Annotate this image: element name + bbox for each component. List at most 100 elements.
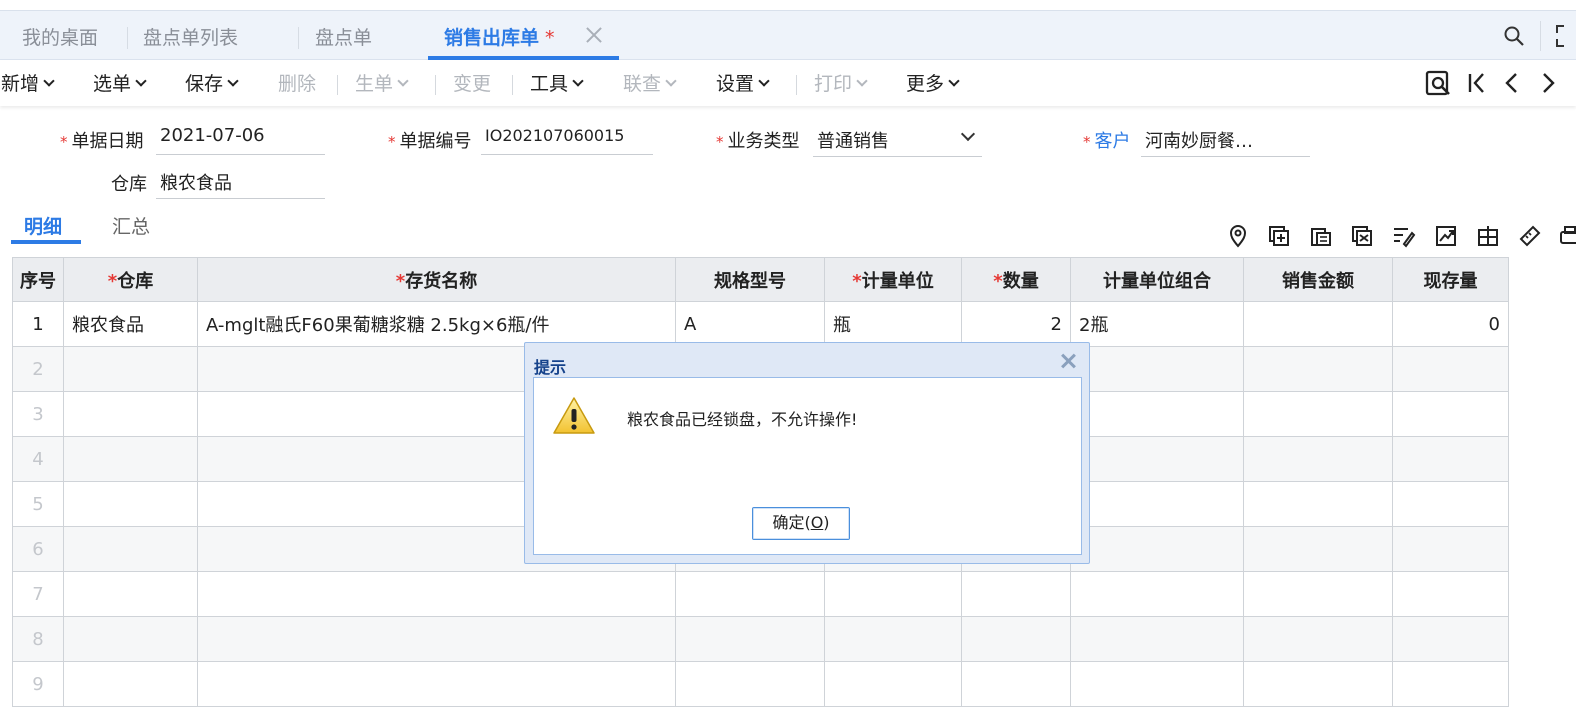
column-header-stock[interactable]: 现存量 [1392,257,1509,302]
fullscreen-icon[interactable] [1556,25,1576,47]
cell-stock[interactable] [1392,346,1509,392]
cell-warehouse[interactable] [63,391,198,437]
cell-stock[interactable]: 0 [1392,301,1509,347]
cell-unit-combo[interactable] [1070,616,1244,662]
cell-stock[interactable] [1392,526,1509,572]
cell-item-name[interactable] [197,616,676,662]
cell-unit-combo[interactable] [1070,571,1244,617]
customer-label[interactable]: * 客户 [1083,127,1131,153]
cell-spec[interactable] [675,616,825,662]
cell-qty[interactable] [961,571,1071,617]
cell-unit-combo[interactable] [1070,526,1244,572]
warehouse-field[interactable]: 粮农食品 [156,169,325,199]
new-button[interactable]: 新增 [1,69,55,96]
close-tab-icon[interactable] [584,25,604,45]
tab-stocktake-list[interactable]: 盘点单列表 [143,11,238,60]
column-header-amount[interactable]: 销售金额 [1243,257,1393,302]
tab-summary[interactable]: 汇总 [112,212,150,239]
column-layout-icon[interactable] [1476,224,1500,248]
cell-amount[interactable] [1243,571,1393,617]
ruler-icon[interactable] [1518,224,1542,248]
cell-stock[interactable] [1392,571,1509,617]
cell-stock[interactable] [1392,481,1509,527]
previous-record-icon[interactable] [1498,69,1526,97]
save-button[interactable]: 保存 [185,69,239,96]
cell-amount[interactable] [1243,616,1393,662]
tab-sales-outbound[interactable]: 销售出库单 * [444,11,555,60]
select-button[interactable]: 选单 [93,69,147,96]
tab-detail[interactable]: 明细 [24,212,62,239]
cell-spec[interactable] [675,571,825,617]
column-header-spec[interactable]: 规格型号 [675,257,825,302]
export-icon[interactable] [1434,224,1458,248]
table-row[interactable]: 7 [12,571,1509,617]
cell-stock[interactable] [1392,436,1509,482]
cell-warehouse[interactable] [63,481,198,527]
location-icon[interactable] [1226,224,1250,248]
tools-button[interactable]: 工具 [530,69,584,96]
document-search-icon[interactable] [1425,69,1453,97]
cell-qty[interactable]: 2 [961,301,1071,347]
cell-amount[interactable] [1243,436,1393,482]
tab-my-desktop[interactable]: 我的桌面 [22,11,98,60]
settings-button[interactable]: 设置 [716,69,770,96]
cell-warehouse[interactable] [63,526,198,572]
cell-unit[interactable]: 瓶 [824,301,962,347]
copy-row-icon[interactable] [1309,224,1333,248]
cell-item-name[interactable] [197,661,676,707]
cell-warehouse[interactable] [63,571,198,617]
cell-unit-combo[interactable] [1070,481,1244,527]
print-icon[interactable] [1558,224,1576,248]
tab-stocktake[interactable]: 盘点单 [315,11,372,60]
delete-row-icon[interactable] [1350,224,1374,248]
cell-qty[interactable] [961,661,1071,707]
cell-unit-combo[interactable] [1070,391,1244,437]
more-button[interactable]: 更多 [906,69,960,96]
column-header-unit[interactable]: *计量单位 [824,257,962,302]
code-field[interactable]: IO202107060015 [481,125,653,155]
cell-amount[interactable] [1243,301,1393,347]
search-icon[interactable] [1503,25,1525,47]
cell-warehouse[interactable]: 粮农食品 [63,301,198,347]
column-header-qty[interactable]: *数量 [961,257,1071,302]
table-row[interactable]: 1 粮农食品 A-mglt融氏F60果葡糖浆糖 2.5kg×6瓶/件 A 瓶 2… [12,301,1509,347]
cell-stock[interactable] [1392,391,1509,437]
customer-field[interactable]: 河南妙厨餐… [1141,127,1310,157]
cell-warehouse[interactable] [63,346,198,392]
add-row-icon[interactable] [1267,224,1291,248]
cell-spec[interactable]: A [675,301,825,347]
cell-stock[interactable] [1392,616,1509,662]
cell-item-name[interactable] [197,571,676,617]
column-header-seq[interactable]: 序号 [12,257,64,302]
cell-unit-combo[interactable] [1070,436,1244,482]
column-header-item-name[interactable]: *存货名称 [197,257,676,302]
generate-button[interactable]: 生单 [355,69,409,96]
print-button[interactable]: 打印 [814,69,868,96]
cell-amount[interactable] [1243,346,1393,392]
cell-spec[interactable] [675,661,825,707]
cell-unit[interactable] [824,661,962,707]
table-row[interactable]: 9 [12,661,1509,707]
column-header-warehouse[interactable]: *仓库 [63,257,198,302]
cell-warehouse[interactable] [63,436,198,482]
change-button[interactable]: 变更 [453,69,491,96]
biz-type-select[interactable]: 普通销售 [813,127,982,157]
cell-amount[interactable] [1243,661,1393,707]
cell-amount[interactable] [1243,481,1393,527]
cell-unit-combo[interactable]: 2瓶 [1070,301,1244,347]
cell-amount[interactable] [1243,391,1393,437]
cell-unit-combo[interactable] [1070,661,1244,707]
next-record-icon[interactable] [1534,69,1562,97]
cell-amount[interactable] [1243,526,1393,572]
first-record-icon[interactable] [1463,69,1491,97]
delete-button[interactable]: 删除 [278,69,316,96]
cell-warehouse[interactable] [63,616,198,662]
batch-edit-icon[interactable] [1392,224,1416,248]
column-header-unit-combo[interactable]: 计量单位组合 [1070,257,1244,302]
cell-unit-combo[interactable] [1070,346,1244,392]
close-icon[interactable] [1060,353,1076,369]
cell-unit[interactable] [824,571,962,617]
ok-button[interactable]: 确定(O) [752,507,850,540]
cell-qty[interactable] [961,616,1071,662]
date-field[interactable]: 2021-07-06 [156,125,325,155]
